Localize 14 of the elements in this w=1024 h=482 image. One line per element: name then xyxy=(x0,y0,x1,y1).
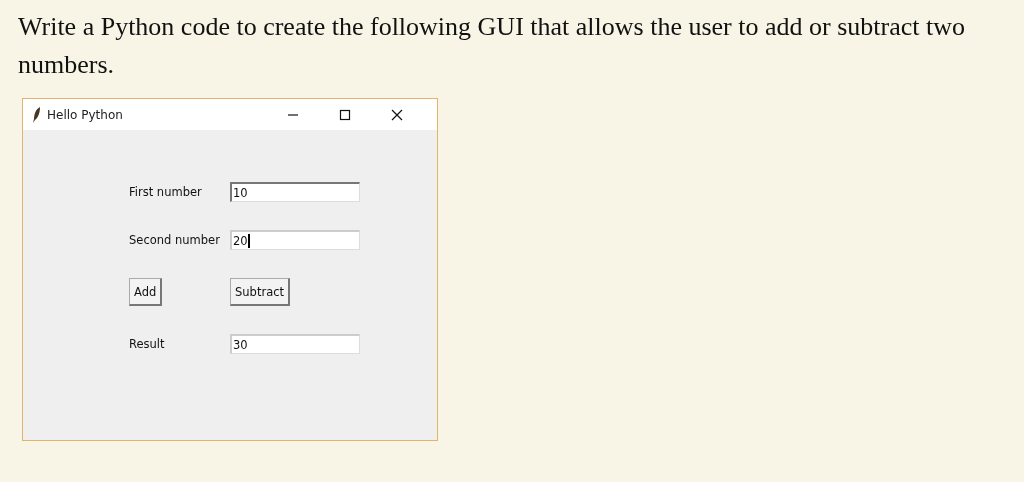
input-field[interactable]: 20 xyxy=(230,230,360,250)
question-text: Write a Python code to create the following GUI that allows the user to add or subtract two numbers. xyxy=(18,11,966,81)
subtract-button[interactable]: Subtract xyxy=(230,278,290,306)
close-icon[interactable] xyxy=(391,108,403,121)
text-caret xyxy=(247,233,250,248)
field-label: Second number xyxy=(129,233,221,247)
result-field[interactable]: 30 xyxy=(230,334,360,354)
input-field[interactable]: 10 xyxy=(230,182,360,202)
result-label: Result xyxy=(129,337,166,351)
window-title: Hello Python xyxy=(47,107,124,122)
feather-icon xyxy=(33,106,41,123)
add-button[interactable]: Add xyxy=(129,278,163,306)
field-label: First number xyxy=(129,185,203,199)
maximize-icon[interactable] xyxy=(339,108,351,121)
